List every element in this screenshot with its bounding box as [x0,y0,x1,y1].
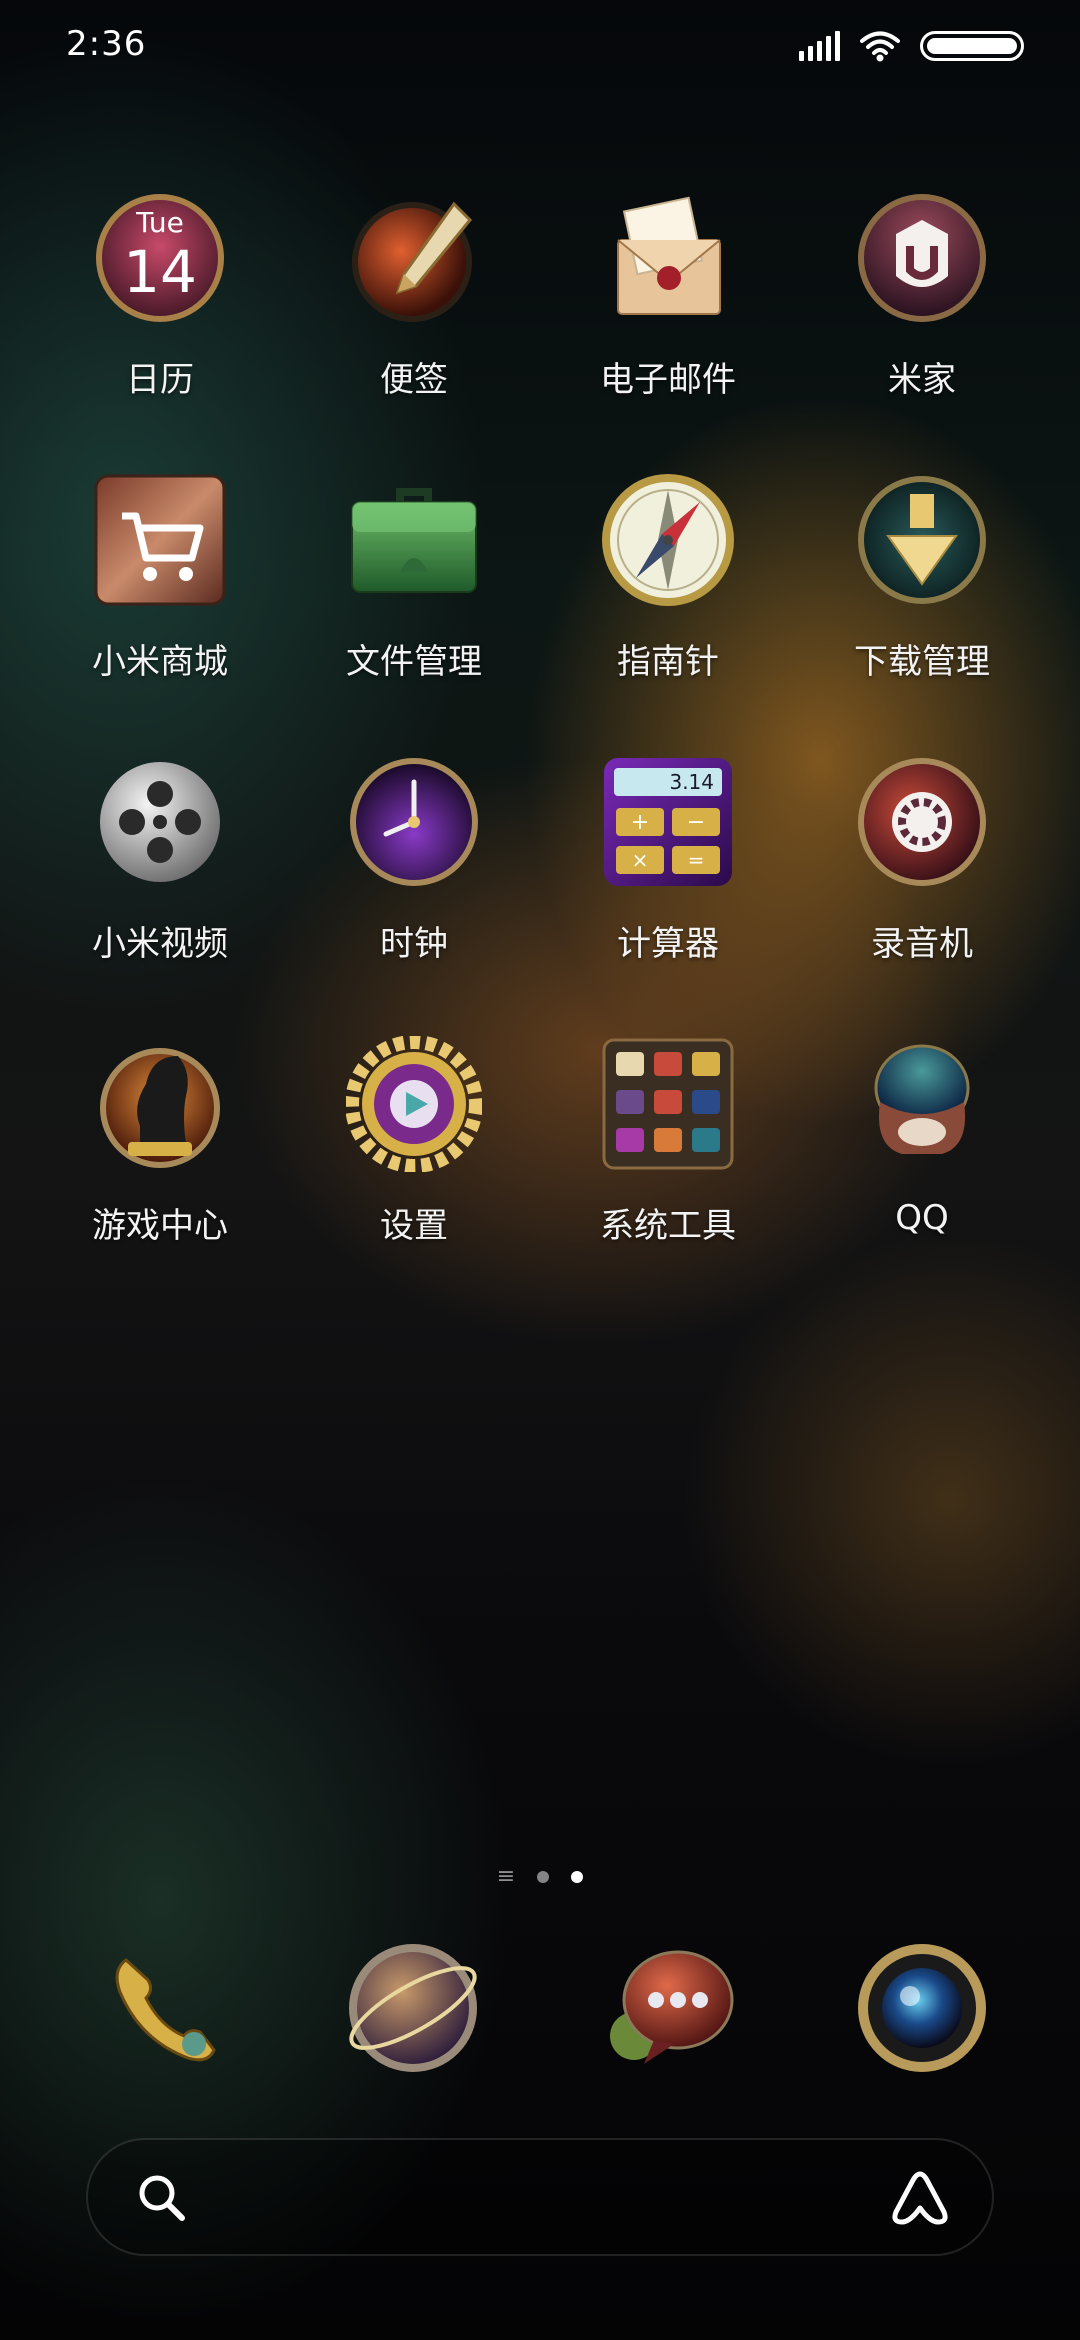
app-downloads[interactable]: 下载管理 [812,472,1032,683]
message-bubble-icon[interactable] [604,1940,740,2076]
assistant-icon[interactable] [888,2168,952,2228]
app-label: 日历 [126,360,194,400]
envelope-icon [600,190,736,326]
app-label: 设置 [380,1206,448,1246]
shopping-cart-icon [92,472,228,608]
folder-icon [600,1036,736,1172]
compass-icon [600,472,736,608]
app-mi-video[interactable]: 小米视频 [50,754,270,965]
film-reel-icon [92,754,228,890]
app-label: 游戏中心 [92,1206,228,1246]
mijia-icon [854,190,990,326]
briefcase-icon [346,472,482,608]
status-bar: 2:36 [0,0,1080,96]
phone-icon[interactable] [96,1940,232,2076]
svg-text:×: × [632,848,649,872]
svg-text:−: − [687,810,705,835]
download-icon [854,472,990,608]
gear-icon [346,1036,482,1172]
status-time: 2:36 [66,24,147,64]
calculator-icon: + − × = 3.14 [600,754,736,890]
page-indicator[interactable]: ≡ [0,1866,1080,1888]
camera-lens-icon[interactable] [854,1940,990,2076]
app-settings[interactable]: 设置 [304,1036,524,1247]
app-label: 电子邮件 [600,360,736,400]
qq-penguin-icon [854,1036,990,1172]
app-label: 小米视频 [92,924,228,964]
page-menu-icon[interactable]: ≡ [497,1866,515,1888]
page-dot[interactable] [537,1871,550,1883]
status-icons [799,30,1024,62]
app-label: QQ [895,1198,949,1238]
chess-knight-icon [92,1036,228,1172]
app-clock[interactable]: 时钟 [304,754,524,965]
wifi-icon [860,31,900,62]
globe-icon[interactable] [345,1940,481,2076]
app-email[interactable]: 电子邮件 [558,190,778,401]
calculator-display: 3.14 [669,770,714,794]
app-label: 系统工具 [600,1206,736,1246]
search-bar[interactable] [86,2138,994,2256]
calendar-icon: Tue 14 [92,190,228,326]
app-label: 下载管理 [854,642,990,682]
app-system-tools[interactable]: 系统工具 [558,1036,778,1247]
app-label: 小米商城 [92,642,228,682]
app-label: 计算器 [617,924,719,964]
page-dot-active[interactable] [571,1871,584,1883]
dock [0,1940,1080,2080]
app-label: 录音机 [871,924,973,964]
app-label: 米家 [888,360,956,400]
svg-text:=: = [688,848,705,872]
app-calculator[interactable]: + − × = 3.14 计算器 [558,754,778,965]
app-notes[interactable]: 便签 [304,190,524,401]
calendar-day: Tue [136,206,184,239]
app-calendar[interactable]: Tue 14 日历 [50,190,270,401]
app-game-center[interactable]: 游戏中心 [50,1036,270,1247]
app-label: 文件管理 [346,642,482,682]
app-recorder[interactable]: 录音机 [812,754,1032,965]
clock-icon [346,754,482,890]
recorder-icon [854,754,990,890]
app-qq[interactable]: QQ [812,1036,1032,1238]
app-label: 指南针 [617,642,719,682]
search-icon[interactable] [134,2170,190,2226]
svg-text:+: + [631,810,649,835]
app-label: 便签 [380,360,448,400]
calendar-date: 14 [123,238,197,306]
app-label: 时钟 [380,924,448,964]
app-file-manager[interactable]: 文件管理 [304,472,524,683]
signal-icon [799,31,840,61]
app-mi-store[interactable]: 小米商城 [50,472,270,683]
app-mijia[interactable]: 米家 [812,190,1032,401]
fountain-pen-icon [346,190,482,326]
battery-icon [920,31,1024,61]
app-compass[interactable]: 指南针 [558,472,778,683]
